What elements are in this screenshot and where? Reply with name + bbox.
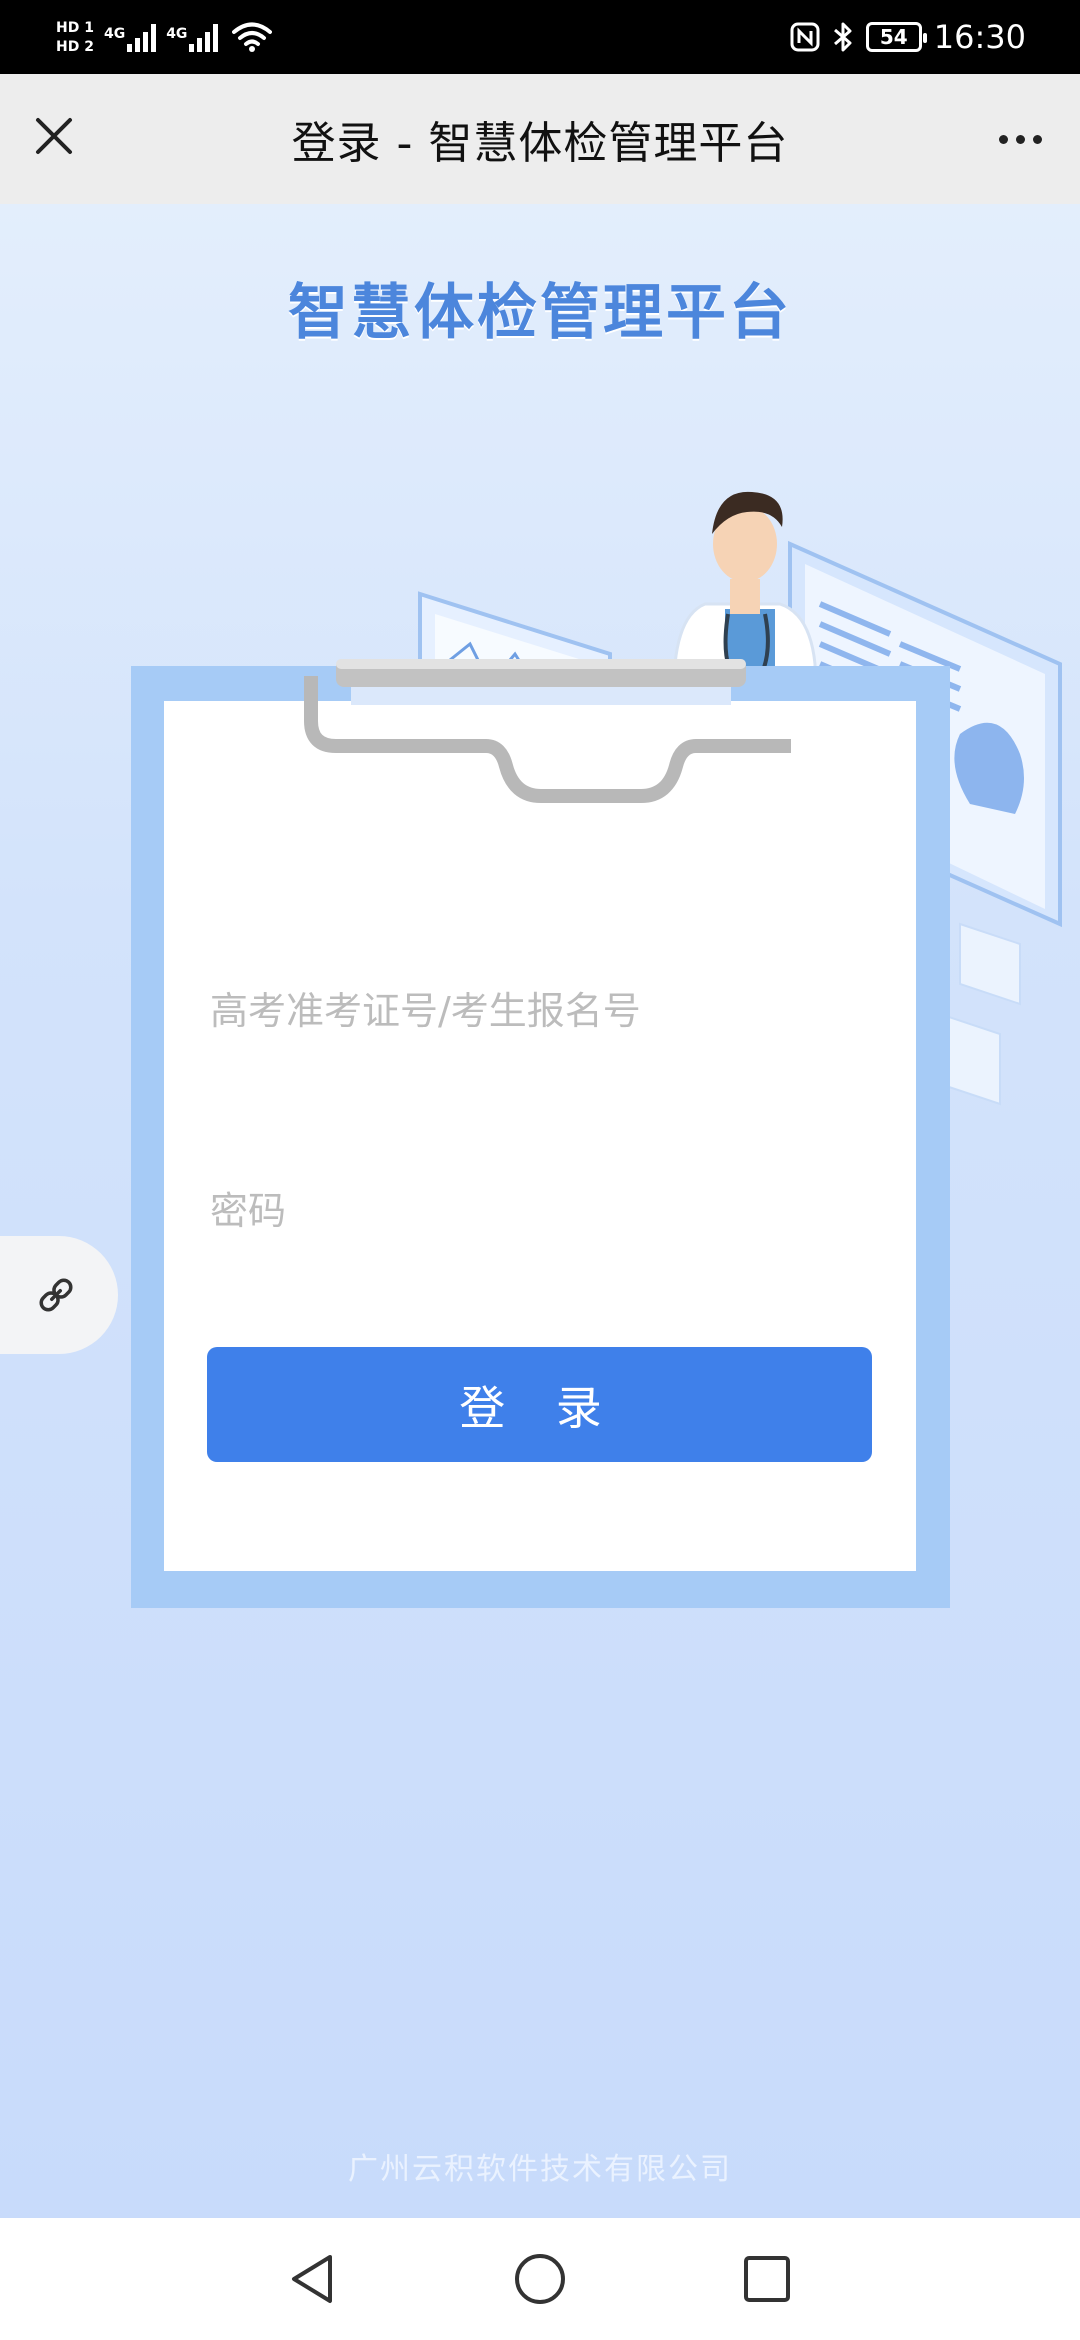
back-triangle-icon: [292, 2255, 333, 2303]
password-field[interactable]: [210, 1166, 870, 1256]
signal-group-1: 4G: [103, 22, 157, 52]
recents-square-icon: [743, 2256, 790, 2302]
close-button[interactable]: [28, 110, 80, 162]
nfc-icon: [790, 22, 820, 52]
page-title: 登录 - 智慧体检管理平台: [291, 118, 789, 169]
status-left: HD 1 HD 2 4G 4G: [56, 20, 273, 55]
username-input[interactable]: [210, 989, 870, 1033]
signal-strength-icon: [189, 22, 219, 52]
login-card-body: 登 录: [164, 701, 916, 1571]
network-type-1: 4G: [103, 26, 126, 42]
more-dots-icon: [998, 134, 1008, 144]
login-card: 登 录: [131, 659, 950, 1608]
nav-back-button[interactable]: [278, 2244, 348, 2314]
floating-link-button[interactable]: [0, 1236, 118, 1354]
hd1-label: HD 1: [56, 19, 94, 36]
close-icon: [36, 118, 72, 154]
battery-indicator: 54: [865, 22, 927, 52]
system-nav-bar: [0, 2218, 1080, 2340]
hd-indicators: HD 1 HD 2: [56, 20, 94, 55]
password-input[interactable]: [210, 1189, 870, 1233]
signal-group-2: 4G: [166, 22, 219, 52]
status-bar: HD 1 HD 2 4G 4G 54 16:30: [0, 0, 1080, 74]
nav-home-button[interactable]: [505, 2244, 575, 2314]
username-field[interactable]: [210, 966, 870, 1056]
network-type-2: 4G: [166, 26, 188, 42]
main-content: 智慧体检管理平台 高考准考证号/考生报名号 登 录 广州云积软件技术有限公司: [0, 204, 1080, 2218]
wifi-icon: [232, 22, 273, 52]
hd2-label: HD 2: [56, 38, 94, 55]
nav-recents-button[interactable]: [732, 2244, 802, 2314]
title-bar: 登录 - 智慧体检管理平台: [0, 74, 1080, 204]
status-right: 54 16:30: [790, 18, 1026, 56]
hero-title: 智慧体检管理平台: [288, 278, 792, 348]
link-icon: [39, 1278, 73, 1312]
clock: 16:30: [933, 18, 1026, 56]
home-circle-icon: [514, 2254, 565, 2304]
clipboard-clip-icon: [304, 659, 791, 803]
company-footer: 广州云积软件技术有限公司: [348, 2152, 732, 2187]
bluetooth-icon: [833, 22, 852, 52]
login-button[interactable]: 登 录: [207, 1347, 872, 1462]
signal-strength-icon: [127, 22, 157, 52]
more-options-button[interactable]: [990, 114, 1050, 164]
